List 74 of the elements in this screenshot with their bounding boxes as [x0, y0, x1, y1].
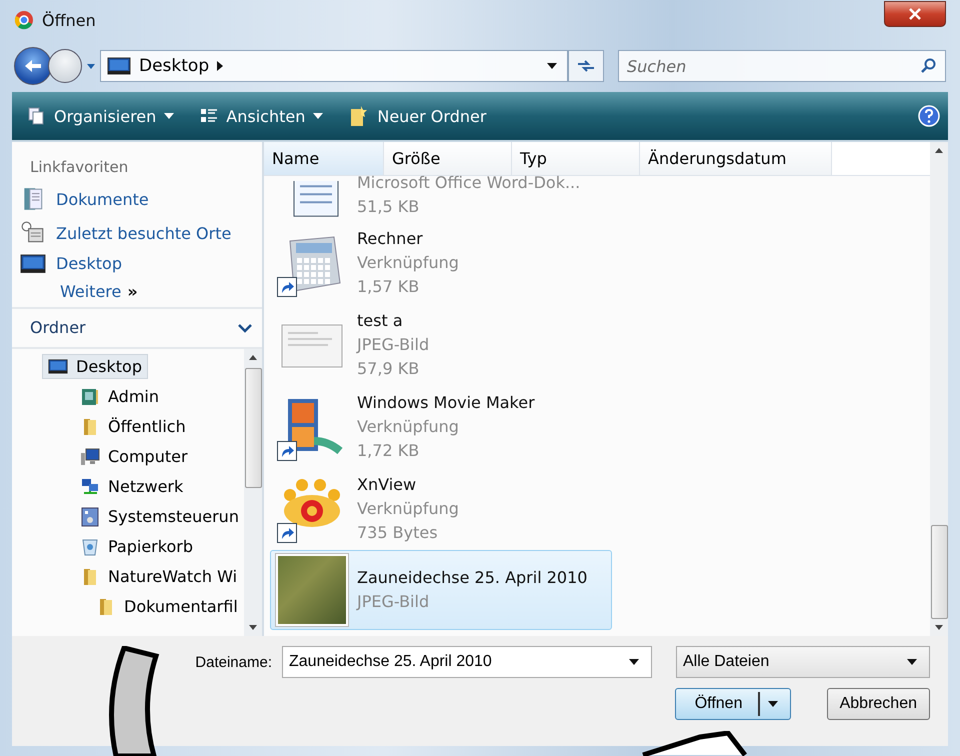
- tree-item[interactable]: Computer: [75, 444, 193, 468]
- list-view-icon: [200, 107, 218, 125]
- scroll-thumb[interactable]: [244, 368, 262, 488]
- window-title: Öffnen: [42, 10, 96, 30]
- help-icon: [918, 105, 940, 127]
- back-button[interactable]: [14, 47, 52, 85]
- scroll-up-icon: [249, 354, 257, 360]
- tree-item[interactable]: Öffentlich: [75, 414, 191, 438]
- file-item[interactable]: Rechner Verknüpfung 1,57 KB: [270, 222, 612, 304]
- address-bar[interactable]: Desktop: [100, 50, 568, 82]
- tree-item[interactable]: Dokumentarfil: [91, 594, 243, 618]
- arrow-left-icon: [23, 58, 43, 74]
- cancel-button[interactable]: Abbrechen: [826, 688, 930, 720]
- scroll-down-icon: [249, 625, 257, 630]
- scroll-thumb[interactable]: [930, 525, 948, 619]
- desktop-icon: [48, 359, 68, 374]
- tree-item[interactable]: Admin: [75, 384, 164, 408]
- favorite-link[interactable]: Dokumente: [20, 186, 254, 212]
- file-item[interactable]: test a JPEG-Bild 57,9 KB: [270, 304, 612, 386]
- favorite-link[interactable]: Zuletzt besuchte Orte: [20, 220, 254, 246]
- filename-label: Dateiname:: [195, 654, 272, 670]
- caret-icon: [907, 659, 917, 665]
- caret-icon: [547, 63, 557, 69]
- file-item[interactable]: Zauneidechse 25. April 2010 JPEG-Bild: [270, 550, 612, 630]
- scrollbar[interactable]: [930, 142, 948, 636]
- search-icon: [921, 58, 937, 74]
- control-panel-icon: [80, 506, 100, 526]
- new-folder-icon: [349, 105, 370, 127]
- tree-item[interactable]: NatureWatch Wi: [75, 564, 242, 588]
- open-button[interactable]: Öffnen: [674, 688, 791, 720]
- refresh-button[interactable]: [568, 50, 604, 82]
- browser-logo-icon: [14, 10, 34, 30]
- network-icon: [80, 476, 100, 496]
- refresh-arrows-icon: [576, 59, 596, 73]
- scroll-up-icon: [935, 148, 943, 153]
- folders-header[interactable]: Ordner: [12, 308, 262, 348]
- user-folder-icon: [80, 386, 100, 406]
- scroll-down-icon: [935, 625, 943, 630]
- favorite-link[interactable]: Desktop: [20, 254, 254, 274]
- close-button[interactable]: [884, 1, 946, 27]
- file-type-dropdown[interactable]: Alle Dateien: [676, 646, 930, 678]
- caret-icon: [768, 701, 778, 707]
- more-link[interactable]: Weitere »: [20, 282, 254, 300]
- section-heading: Linkfavoriten: [29, 157, 130, 178]
- desktop-icon: [20, 254, 46, 274]
- scrollbar[interactable]: [244, 348, 262, 636]
- close-icon: [909, 8, 921, 20]
- caret-icon: [164, 113, 174, 119]
- toolbar-button[interactable]: Ansichten: [192, 102, 332, 130]
- file-item[interactable]: Windows Movie Maker Verknüpfung 1,72 KB: [270, 386, 612, 468]
- tree-item[interactable]: Systemsteuerun: [75, 504, 244, 528]
- recycle-bin-icon: [80, 536, 100, 556]
- toolbar-button[interactable]: Neuer Ordner: [341, 101, 494, 131]
- caret-icon: [629, 659, 639, 665]
- column-header[interactable]: Änderungsdatum: [640, 142, 832, 176]
- desktop-icon: [107, 57, 131, 75]
- column-header[interactable]: Name: [264, 142, 384, 176]
- file-item[interactable]: XnView Verknüpfung 735 Bytes: [270, 468, 612, 550]
- search-field[interactable]: Suchen: [618, 50, 946, 82]
- toolbar-button[interactable]: Organisieren: [20, 102, 182, 130]
- column-header[interactable]: Typ: [512, 142, 640, 176]
- tree-item[interactable]: Desktop: [42, 354, 148, 379]
- forward-button[interactable]: [48, 49, 82, 83]
- column-header[interactable]: Größe: [384, 142, 512, 176]
- filename-field[interactable]: Zauneidechse 25. April 2010: [282, 646, 652, 678]
- caret-icon: [313, 113, 324, 119]
- chevron-right-icon: [217, 61, 224, 71]
- photo-placeholder: [276, 554, 348, 626]
- computer-icon: [80, 446, 100, 466]
- tree-item[interactable]: Papierkorb: [75, 534, 198, 558]
- pages-icon: [28, 107, 46, 125]
- caret-icon[interactable]: [86, 62, 96, 70]
- help-button[interactable]: [918, 105, 940, 127]
- tree-item[interactable]: Netzwerk: [75, 474, 188, 498]
